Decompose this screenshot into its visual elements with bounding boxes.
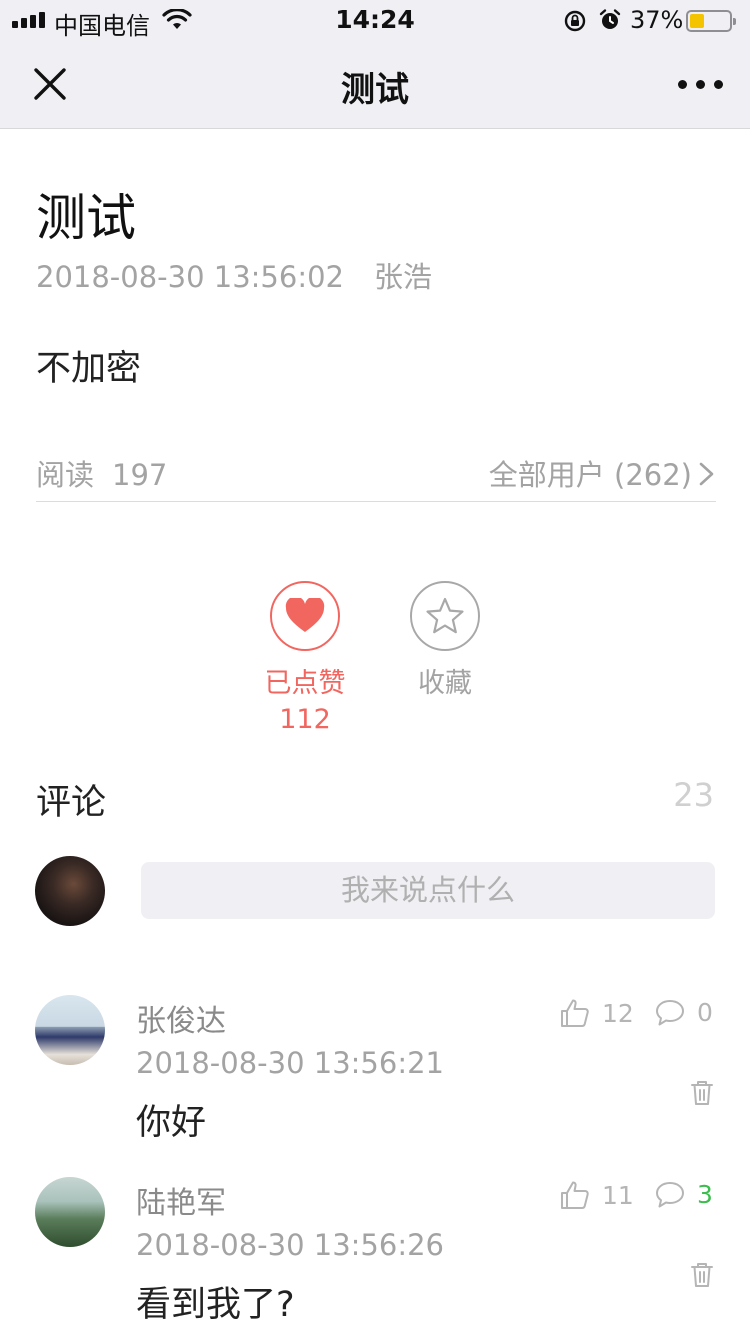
article-author: 张浩 [374,260,433,294]
avatar [35,856,105,926]
page-title: 测试 [341,70,409,110]
delete-button[interactable] [690,1080,714,1110]
heart-icon [285,598,325,632]
like-button[interactable]: 已点赞 112 [250,581,360,735]
comment-reply-button[interactable]: 3 [655,1180,713,1209]
trash-icon [691,1263,713,1287]
thumbs-up-icon [561,999,589,1027]
like-count: 112 [279,704,331,735]
avatar [35,1177,105,1247]
comment-reply-count: 0 [697,998,713,1027]
star-icon [426,597,464,634]
favorite-label: 收藏 [418,668,472,699]
comment-time: 2018-08-30 13:56:21 [136,1046,444,1080]
read-stats-row: 阅读 197 全部用户 (262) [36,452,716,502]
article-datetime: 2018-08-30 13:56:02 [36,260,344,294]
comment-bubble-icon [656,1181,684,1207]
comment-input[interactable]: 我来说点什么 [141,862,715,919]
battery-icon [686,10,736,32]
more-button[interactable] [678,80,723,89]
comment-author: 张俊达 [136,1004,226,1039]
read-label: 阅读 [36,458,95,492]
avatar [35,995,105,1065]
battery-percent: 37% [630,6,684,34]
comments-title: 评论 [36,783,107,823]
favorite-button[interactable]: 收藏 [390,581,500,700]
comment-like-count: 11 [602,1180,634,1210]
comment-author: 陆艳军 [136,1186,226,1221]
alarm-icon [598,8,622,36]
comment-reply-button[interactable]: 0 [655,998,713,1027]
audience-label: 全部用户 (262) [488,458,692,492]
comments-count: 23 [673,776,714,814]
read-count: 197 [112,458,168,492]
favorite-circle [410,581,480,651]
rotation-lock-icon [563,9,587,37]
comment-reply-count: 3 [697,1180,713,1209]
article-title: 测试 [36,189,136,247]
trash-icon [691,1081,713,1105]
comment-time: 2018-08-30 13:56:26 [136,1228,444,1262]
thumbs-up-icon [561,1181,589,1209]
article-body: 不加密 [36,349,142,389]
comment-like-button[interactable]: 11 [560,1180,634,1210]
more-icon [678,80,687,89]
comment-text: 你好 [136,1103,207,1143]
comment-like-count: 12 [602,998,634,1028]
like-label: 已点赞 [264,668,346,699]
comment-like-button[interactable]: 12 [560,998,634,1028]
status-bar: 中国电信 14:24 37% [0,0,750,40]
delete-button[interactable] [690,1262,714,1292]
read-stats: 阅读 197 [36,452,167,494]
article-meta: 2018-08-30 13:56:02 张浩 [36,254,432,296]
comment-bubble-icon [656,999,684,1025]
like-circle [270,581,340,651]
chevron-right-icon [699,462,714,486]
nav-bar: 测试 [0,40,750,129]
comment-text: 看到我了? [136,1285,295,1325]
audience-link[interactable]: 全部用户 (262) [489,452,716,494]
